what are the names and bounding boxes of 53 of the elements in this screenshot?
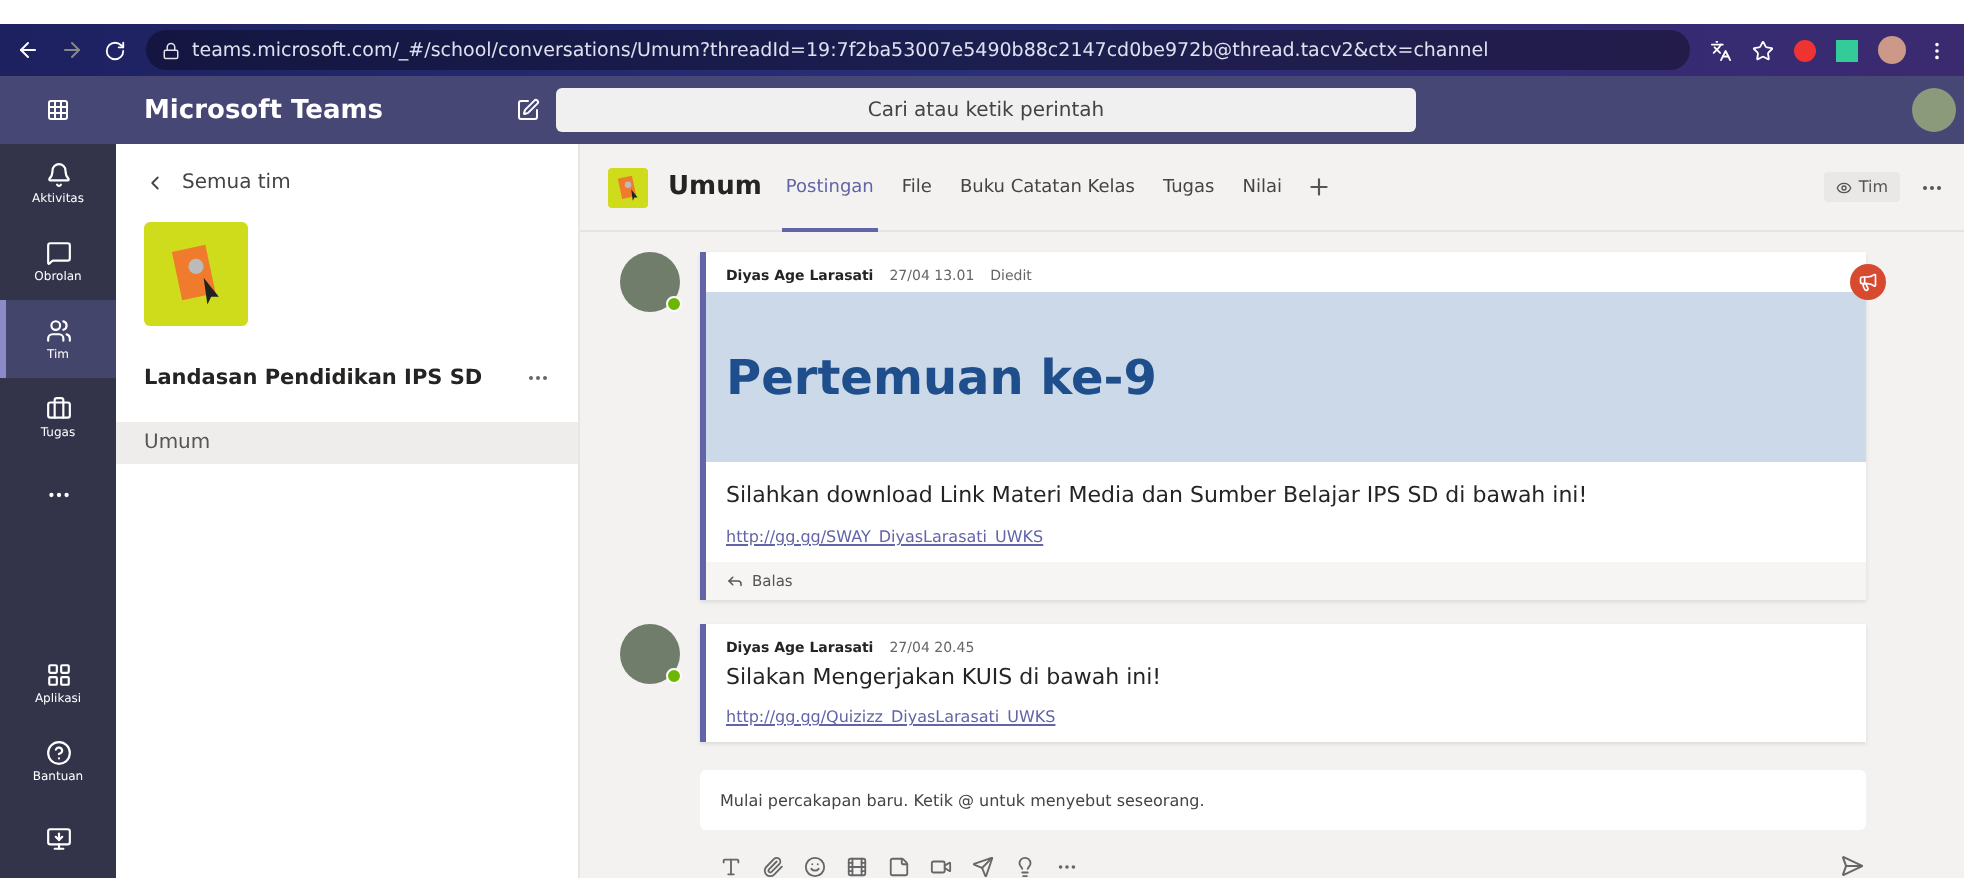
add-tab-icon[interactable] bbox=[1305, 174, 1332, 200]
send-icon[interactable] bbox=[972, 855, 994, 877]
extension-icon[interactable] bbox=[1836, 39, 1858, 61]
emoji-icon[interactable] bbox=[804, 855, 826, 877]
translate-icon[interactable] bbox=[1710, 39, 1732, 61]
profile-avatar[interactable] bbox=[1878, 36, 1906, 64]
reply-icon bbox=[726, 572, 744, 590]
lightbulb-icon[interactable] bbox=[1014, 855, 1036, 877]
star-icon[interactable] bbox=[1752, 39, 1774, 61]
back-link[interactable]: Semua tim bbox=[116, 144, 578, 210]
apps-icon bbox=[45, 661, 71, 687]
lock-icon bbox=[162, 41, 180, 59]
gif-icon[interactable] bbox=[846, 855, 868, 877]
channel-tab[interactable]: Buku Catatan Kelas bbox=[955, 143, 1139, 231]
chat-icon bbox=[45, 239, 71, 265]
download-icon bbox=[45, 826, 71, 852]
search-field[interactable]: Cari atau ketik perintah bbox=[556, 88, 1416, 132]
reload-icon[interactable] bbox=[104, 39, 126, 61]
format-icon[interactable] bbox=[720, 855, 742, 877]
app-title: Microsoft Teams bbox=[142, 95, 386, 125]
status-dot bbox=[666, 296, 682, 312]
channel-tab[interactable]: Nilai bbox=[1238, 143, 1286, 231]
team-name: Landasan Pendidikan IPS SD bbox=[144, 366, 483, 390]
channel-item[interactable]: Umum bbox=[116, 422, 578, 464]
sticker-icon[interactable] bbox=[888, 855, 910, 877]
compose-icon[interactable] bbox=[516, 98, 540, 122]
app-launcher-icon[interactable] bbox=[46, 98, 70, 122]
channel-tab[interactable]: Postingan bbox=[781, 143, 878, 231]
post-text: Silahkan download Link Materi Media dan Sumber Belajar IPS SD di bawah ini! bbox=[724, 480, 1590, 512]
people-icon bbox=[45, 317, 71, 343]
post-link[interactable]: http://gg.gg/SWAY_DiyasLarasati_UWKS bbox=[726, 528, 1044, 546]
forward-icon[interactable] bbox=[60, 38, 84, 62]
message-field[interactable]: Mulai percakapan baru. Ketik @ untuk menyebut seseorang. bbox=[700, 770, 1866, 830]
announcement-title: Pertemuan ke-9 bbox=[706, 292, 1866, 462]
back-icon[interactable] bbox=[16, 38, 40, 62]
attach-icon[interactable] bbox=[762, 855, 784, 877]
user-avatar[interactable] bbox=[1912, 88, 1956, 132]
help-icon bbox=[45, 739, 71, 765]
status-dot bbox=[666, 668, 682, 684]
address-bar[interactable]: teams.microsoft.com/_#/school/conversations/Umum?threadId=19:7f2ba53007e5490b88c2147cd0be972b@thread.tacv2&ctx=channel bbox=[146, 30, 1690, 70]
post-text: Silakan Mengerjakan KUIS di bawah ini! bbox=[724, 664, 1164, 692]
channel-tab[interactable]: Tugas bbox=[1158, 143, 1219, 231]
megaphone-icon bbox=[1858, 272, 1878, 292]
bell-icon bbox=[45, 161, 71, 187]
eye-icon bbox=[1836, 179, 1853, 195]
bag-icon bbox=[45, 395, 71, 421]
team-button[interactable]: Tim bbox=[1824, 172, 1900, 202]
video-icon[interactable] bbox=[930, 855, 952, 877]
send-icon[interactable] bbox=[1840, 854, 1864, 878]
channel-name: Umum bbox=[668, 172, 762, 202]
post-link[interactable]: http://gg.gg/Quizizz_DiyasLarasati_UWKS bbox=[726, 708, 1056, 726]
extension-icon[interactable] bbox=[1794, 39, 1816, 61]
channel-tab[interactable]: File bbox=[897, 143, 936, 231]
